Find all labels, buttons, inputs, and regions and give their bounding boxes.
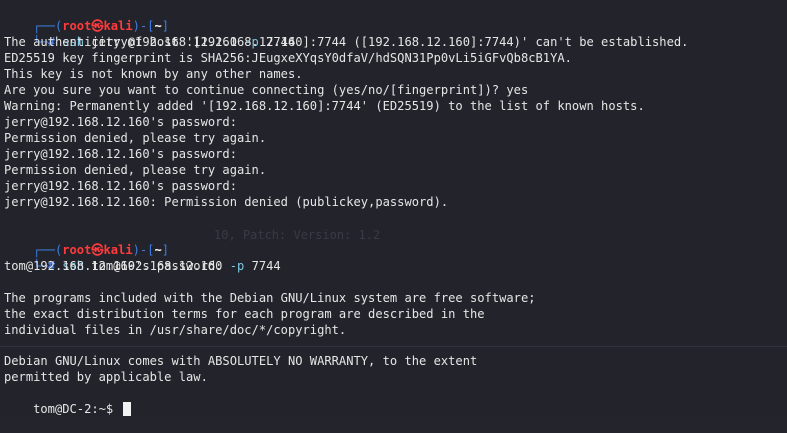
output-line: The programs included with the Debian GN…	[4, 291, 536, 305]
output-line: The authenticity of host '[192.168.12.16…	[4, 35, 689, 49]
final-prompt: tom@DC-2:~$	[33, 402, 121, 416]
output-line: Are you sure you want to continue connec…	[4, 83, 529, 97]
output-line: Permission denied, please try again.	[4, 163, 267, 177]
output-line: individual files in /usr/share/doc/*/cop…	[4, 323, 347, 337]
command-flag: -p	[229, 259, 245, 273]
output-divider	[0, 346, 787, 347]
prompt-line-1: ┌──(root㉿kali)-[~]	[4, 2, 169, 33]
terminal-window[interactable]: ┌──(root㉿kali)-[~] └─# ssh jerry@192.168…	[0, 0, 787, 416]
final-prompt-line[interactable]: tom@DC-2:~$	[4, 385, 131, 416]
output-line: the exact distribution terms for each pr…	[4, 307, 485, 321]
cursor-block[interactable]	[122, 402, 131, 416]
output-line: Debian GNU/Linux comes with ABSOLUTELY N…	[4, 354, 478, 368]
output-line: ED25519 key fingerprint is SHA256:JEugxe…	[4, 51, 572, 65]
output-line: jerry@192.168.12.160: Permission denied …	[4, 195, 449, 209]
command-port: 7744	[251, 259, 281, 273]
output-line: jerry@192.168.12.160's password:	[4, 115, 237, 129]
output-line: Warning: Permanently added '[192.168.12.…	[4, 99, 645, 113]
ghost-text: 10, Patch: Version: 1.2	[214, 228, 381, 242]
output-line: permitted by applicable law.	[4, 370, 208, 384]
output-line: Permission denied, please try again.	[4, 131, 267, 145]
output-line: jerry@192.168.12.160's password:	[4, 147, 237, 161]
prompt-line-2: ┌──(root㉿kali)-[~]	[4, 226, 169, 257]
output-line: This key is not known by any other names…	[4, 67, 303, 81]
command-line-2: └─# ssh tom@192.168.12.160 -p 7744	[4, 242, 281, 273]
output-line: tom@192.168.12.160's password:	[4, 259, 223, 273]
output-line: jerry@192.168.12.160's password:	[4, 179, 237, 193]
command-line-1: └─# ssh jerry@192.168.12.160 -p 7744	[4, 18, 295, 49]
